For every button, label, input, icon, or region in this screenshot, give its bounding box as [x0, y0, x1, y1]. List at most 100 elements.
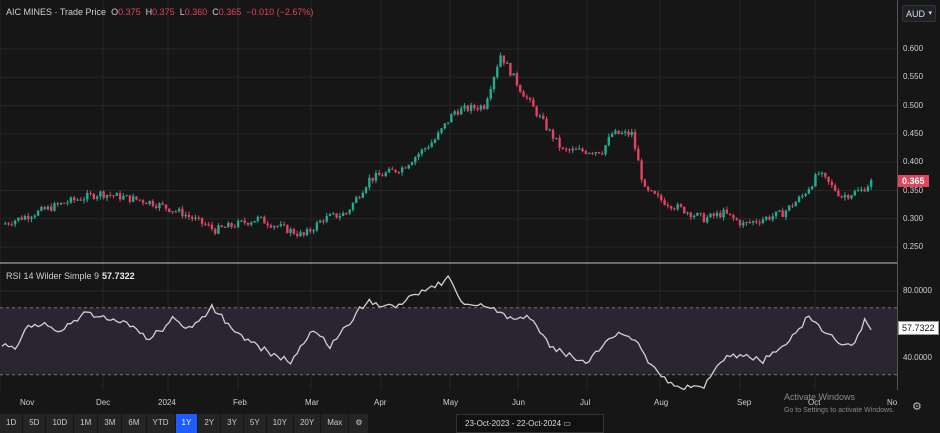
rsi-band [0, 307, 897, 375]
range-button-1y[interactable]: 1Y [175, 414, 198, 433]
watermark-sub: Go to Settings to activate Windows. [784, 407, 895, 414]
candle [528, 97, 532, 100]
candle [384, 172, 387, 177]
range-button-1d[interactable]: 1D [0, 414, 23, 433]
candle [305, 229, 309, 236]
currency-select[interactable]: AUD ▾ [902, 5, 936, 22]
range-button-3m[interactable]: 3M [98, 414, 122, 433]
range-button-ytd[interactable]: YTD [146, 414, 175, 433]
candle [482, 105, 486, 109]
candle [473, 104, 476, 109]
candle [207, 224, 210, 226]
candle [368, 177, 371, 188]
candle [735, 218, 738, 221]
month-label: Jun [512, 398, 525, 407]
range-button-5y[interactable]: 5Y [243, 414, 266, 433]
candle [814, 174, 817, 187]
candle [7, 223, 10, 225]
candle [302, 232, 305, 236]
rsi-label: RSI 14 Wilder Simple 9 [6, 271, 100, 281]
settings-icon[interactable]: ⚙ [912, 400, 922, 413]
candle [282, 224, 286, 226]
candle [250, 222, 253, 225]
candle [502, 55, 506, 64]
candle [817, 173, 820, 175]
candle [856, 190, 860, 192]
candle [358, 197, 361, 199]
price-tick: 0.300 [903, 213, 924, 223]
candle [371, 177, 374, 181]
time-axis[interactable]: Nov Dec 2024 Feb Mar Apr May Jun Jul Aug Sep Oct No [0, 398, 897, 410]
chevron-down-icon: ▾ [928, 10, 932, 17]
candle [36, 210, 40, 216]
candle [594, 152, 597, 154]
candle [696, 213, 699, 216]
range-button-1m[interactable]: 1M [74, 414, 98, 433]
range-button-20y[interactable]: 20Y [293, 414, 321, 433]
candle [650, 190, 653, 192]
candle [525, 96, 528, 98]
candle [801, 195, 804, 197]
candle [387, 168, 391, 173]
candle [246, 222, 250, 225]
candle [197, 217, 200, 219]
candle [325, 215, 328, 222]
candle [351, 202, 355, 210]
candle [643, 179, 647, 187]
candle [515, 73, 519, 86]
candle [443, 123, 446, 129]
candle [870, 180, 873, 187]
candle [59, 202, 63, 205]
range-button-3y[interactable]: 3Y [221, 414, 243, 433]
candle [410, 162, 414, 166]
candle [20, 217, 23, 220]
candle [118, 193, 122, 200]
price-chart[interactable] [0, 0, 897, 390]
candle [830, 181, 834, 186]
candle [663, 200, 666, 206]
range-button-max[interactable]: Max [321, 414, 349, 433]
range-button-6m[interactable]: 6M [122, 414, 146, 433]
candle [791, 205, 794, 207]
month-label: Aug [654, 398, 669, 407]
range-button-10y[interactable]: 10Y [266, 414, 293, 433]
candle [397, 172, 401, 174]
candle [66, 202, 69, 204]
calendar-icon[interactable]: ▭ [563, 419, 571, 428]
candle [620, 132, 624, 135]
candle [637, 148, 640, 161]
candle [309, 229, 312, 232]
candle [587, 152, 591, 154]
candle [177, 208, 181, 212]
candle [666, 205, 670, 207]
candle [233, 226, 237, 228]
candle [168, 208, 171, 212]
candle [135, 196, 138, 200]
candle [63, 202, 66, 204]
candle [627, 131, 630, 136]
candle [784, 210, 788, 217]
activate-windows-watermark: Activate Windows Go to Settings to activa… [784, 391, 895, 417]
candle [361, 192, 364, 198]
candle [115, 193, 118, 196]
candle [732, 214, 735, 219]
date-range-picker[interactable]: 23-Oct-2023 - 22-Oct-2024 ▭ [456, 414, 604, 433]
range-button-10d[interactable]: 10D [46, 414, 74, 433]
candle [145, 202, 148, 205]
candle [223, 226, 227, 228]
candle [853, 191, 856, 196]
candle [420, 149, 424, 155]
candle [771, 216, 774, 220]
candle [722, 209, 725, 218]
rsi-value-label: 57.7322 [898, 321, 939, 335]
range-button-5d[interactable]: 5D [23, 414, 46, 433]
candle [204, 223, 207, 225]
gear-icon[interactable]: ⚙ [349, 414, 369, 433]
candle [847, 195, 850, 199]
range-button-2y[interactable]: 2Y [198, 414, 221, 433]
candle [289, 229, 292, 233]
candle [164, 204, 168, 209]
candle [79, 199, 82, 201]
candle [584, 151, 588, 154]
high-value: 0.375 [152, 7, 175, 17]
